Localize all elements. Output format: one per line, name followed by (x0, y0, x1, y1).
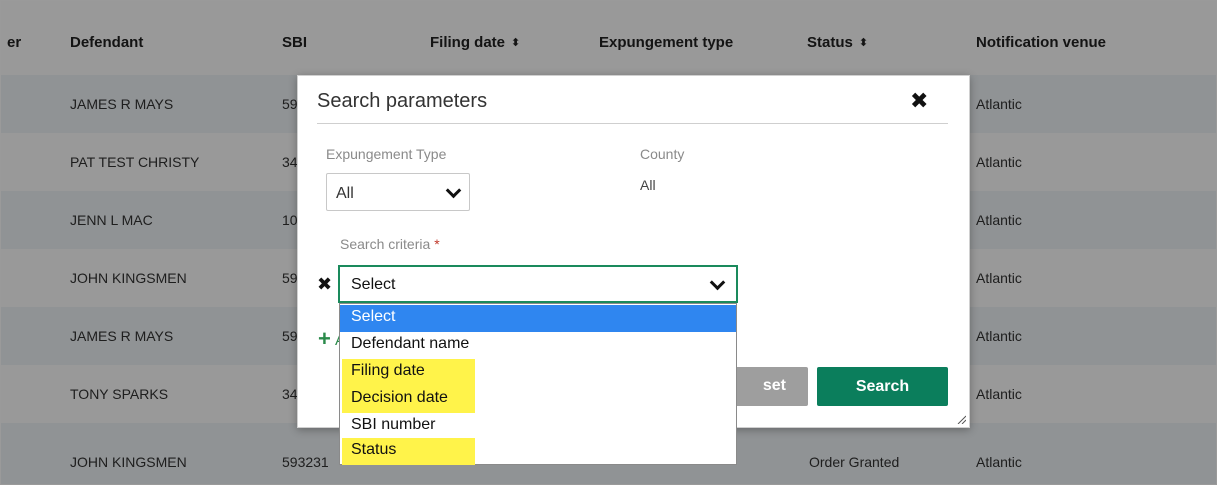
dialog-title: Search parameters (317, 90, 488, 112)
option-select[interactable]: Select (340, 305, 736, 332)
option-label: SBI number (351, 416, 436, 433)
chevron-down-icon (445, 182, 462, 199)
remove-criteria-icon[interactable]: ✖ (317, 274, 332, 295)
county-value: All (640, 177, 656, 193)
option-label: Select (351, 308, 396, 325)
select-value: Select (351, 276, 396, 293)
county-label: County (640, 146, 685, 162)
search-criteria-label: Search criteria * (340, 236, 440, 252)
reset-button-label: set (762, 377, 786, 394)
close-icon[interactable]: ✖ (910, 88, 928, 114)
expungement-type-select[interactable]: All (326, 173, 470, 211)
option-sbi-number[interactable]: SBI number (340, 413, 736, 440)
chevron-down-icon (709, 274, 726, 291)
resize-grip-icon[interactable] (956, 414, 966, 424)
search-criteria-select[interactable]: Select (338, 265, 738, 303)
option-label: Status (351, 441, 397, 458)
option-label: Decision date (351, 389, 448, 406)
option-status[interactable]: Status (340, 438, 736, 465)
add-icon[interactable]: + (318, 326, 331, 352)
option-label: Defendant name (351, 335, 470, 352)
option-defendant-name[interactable]: Defendant name (340, 332, 736, 359)
app-frame: er Defendant SBI Filing date ⬍ Expungemen… (0, 0, 1217, 485)
search-button[interactable]: Search (817, 367, 948, 406)
divider (317, 123, 948, 124)
expungement-type-label: Expungement Type (326, 146, 447, 162)
label-text: Search criteria (340, 236, 431, 252)
option-label: Filing date (351, 362, 425, 379)
option-filing-date[interactable]: Filing date (340, 359, 736, 386)
option-decision-date[interactable]: Decision date (340, 386, 736, 413)
search-criteria-dropdown: Select Defendant name Filing date Decisi… (339, 303, 737, 465)
select-value: All (336, 185, 354, 202)
required-mark: * (434, 236, 440, 252)
